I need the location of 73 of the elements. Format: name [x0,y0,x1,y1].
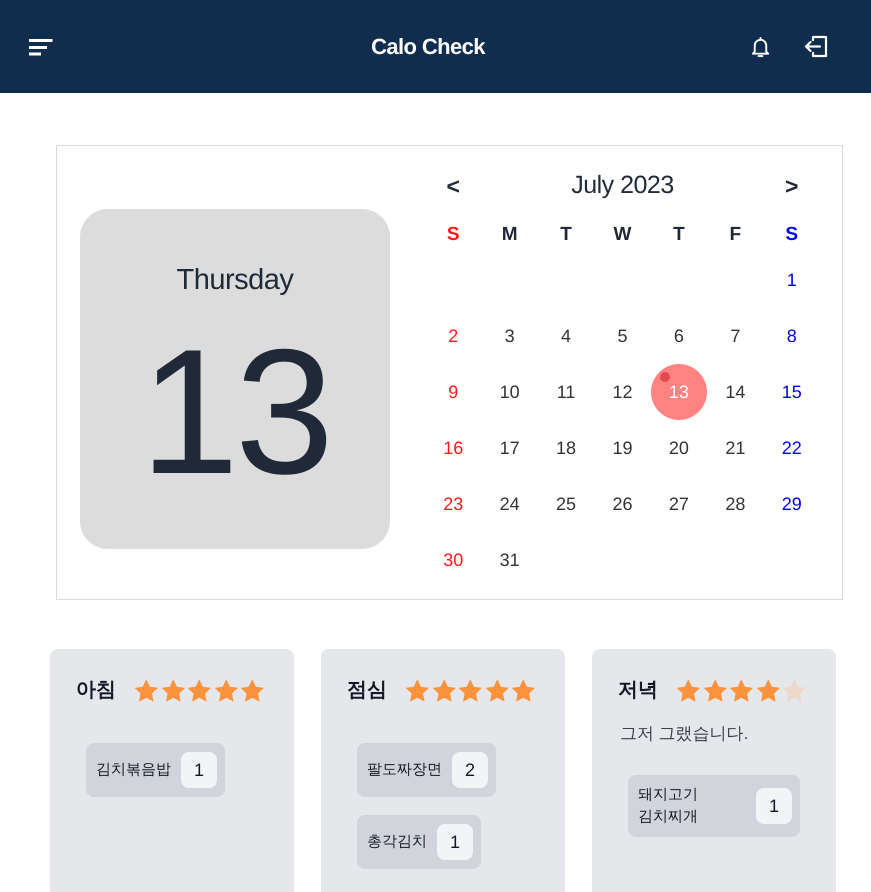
weekday-header: M [502,222,518,247]
calendar-day[interactable]: 12 [594,364,650,420]
star-icon [239,678,266,702]
bell-icon[interactable] [749,34,772,58]
calendar-day[interactable]: 14 [707,364,764,420]
meal-title: 아침 [76,678,116,703]
star-icon [457,678,484,702]
calendar-day[interactable]: 2 [425,308,482,364]
food-name: 김치볶음밥 [96,760,171,780]
calendar-day[interactable]: 11 [538,364,594,420]
star-icon [484,678,510,702]
calendar-day[interactable]: 9 [425,364,482,420]
weekday-header: F [730,222,742,247]
calendar-day[interactable]: 30 [425,532,482,588]
quantity-badge: 1 [437,824,473,860]
food-name: 돼지고기 김치찌개 [638,785,699,827]
food-name: 총각김치 [367,832,427,852]
calendar-day[interactable]: 20 [650,420,707,476]
calendar-day[interactable]: 19 [594,420,650,476]
calendar-day[interactable]: 31 [482,532,538,588]
star-icon [754,678,782,702]
next-month-button[interactable]: > [781,174,802,198]
quantity-badge: 2 [452,752,488,788]
calendar-day[interactable]: 22 [764,420,820,476]
calendar-day[interactable]: 24 [482,476,538,532]
weekday-header: T [673,222,685,247]
calendar-day[interactable]: 26 [594,476,650,532]
star-icon [160,678,186,702]
weekday-header: S [446,222,460,247]
star-icon [430,678,458,702]
star-icon [781,678,808,702]
star-icon [675,678,702,702]
app-title: Calo Check [371,33,485,61]
calendar-day[interactable]: 15 [764,364,820,420]
calendar-day[interactable]: 3 [482,308,538,364]
logout-icon[interactable] [803,35,828,58]
quantity-badge: 1 [181,752,217,788]
calendar-day[interactable]: 28 [707,476,764,532]
weekday-header: W [614,222,632,247]
day-number: 13 [140,323,330,501]
star-icon [728,678,755,702]
calendar-day[interactable]: 17 [482,420,538,476]
calendar-day[interactable]: 7 [707,308,764,364]
calendar-day[interactable]: 25 [538,476,594,532]
star-icon [702,678,728,702]
calendar-day[interactable]: 10 [482,364,538,420]
calendar-day[interactable]: 29 [764,476,820,532]
month-title: July 2023 [571,170,674,202]
calendar-day[interactable]: 21 [707,420,764,476]
calendar-day[interactable]: 5 [594,308,650,364]
calendar-day[interactable]: 8 [764,308,820,364]
previous-month-button[interactable]: < [442,174,464,198]
star-icon [404,678,431,702]
calendar-day[interactable]: 27 [650,476,707,532]
calendar-day[interactable]: 16 [425,420,482,476]
meal-comment: 그저 그랬습니다. [620,723,750,745]
calendar-day[interactable]: 6 [650,308,707,364]
star-icon [212,678,240,702]
star-icon [133,678,160,702]
weekday-header: S [785,222,798,247]
calendar-day[interactable]: 18 [538,420,594,476]
food-name: 팔도짜장면 [367,760,442,780]
calendar-day[interactable]: 4 [538,308,594,364]
star-icon [186,678,213,702]
quantity-badge: 1 [756,788,792,824]
menu-icon[interactable] [28,38,53,56]
meal-title: 점심 [347,678,387,703]
weekday-header: T [560,222,572,247]
weekday-label: Thursday [176,263,294,297]
calendar-day[interactable]: 1 [764,252,820,308]
meal-title: 저녁 [618,678,658,703]
star-icon [510,678,537,702]
calendar-day[interactable]: 23 [425,476,482,532]
